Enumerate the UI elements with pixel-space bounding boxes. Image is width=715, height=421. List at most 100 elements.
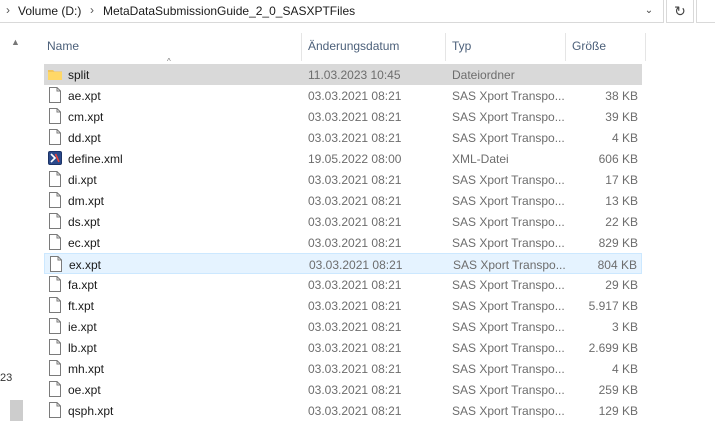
file-date: 03.03.2021 08:21 bbox=[309, 258, 403, 272]
file-row[interactable]: ie.xpt 03.03.2021 08:21 SAS Xport Transpo.… bbox=[44, 316, 642, 337]
file-name: ec.xpt bbox=[68, 236, 101, 250]
file-name: fa.xpt bbox=[68, 278, 98, 292]
file-icon bbox=[48, 213, 62, 229]
column-divider[interactable] bbox=[645, 33, 646, 61]
file-type: SAS Xport Transpo... bbox=[452, 194, 565, 208]
file-size: 4 KB bbox=[611, 362, 638, 376]
file-type: SAS Xport Transpo... bbox=[452, 362, 565, 376]
file-icon bbox=[48, 129, 62, 145]
file-size: 606 KB bbox=[598, 152, 638, 166]
file-icon bbox=[48, 402, 62, 418]
file-name: define.xml bbox=[68, 152, 123, 166]
file-date: 03.03.2021 08:21 bbox=[308, 320, 402, 334]
breadcrumb-chevron-icon[interactable]: › bbox=[90, 3, 94, 17]
file-row[interactable]: qsph.xpt 03.03.2021 08:21 SAS Xport Transp… bbox=[44, 400, 642, 421]
breadcrumb-drive[interactable]: Volume (D:) bbox=[18, 4, 81, 18]
file-type: SAS Xport Transpo... bbox=[452, 110, 565, 124]
file-size: 39 KB bbox=[605, 110, 638, 124]
scrollbar-thumb[interactable] bbox=[10, 400, 23, 421]
file-size: 829 KB bbox=[598, 236, 638, 250]
file-size: 38 KB bbox=[605, 89, 638, 103]
column-header-type-label: Typ bbox=[452, 39, 472, 53]
vertical-scrollbar[interactable]: ▲ bbox=[9, 33, 24, 421]
file-type: SAS Xport Transpo... bbox=[452, 278, 565, 292]
file-name: oe.xpt bbox=[68, 383, 101, 397]
file-type: SAS Xport Transpo... bbox=[452, 383, 565, 397]
file-size: 17 KB bbox=[605, 173, 638, 187]
file-size: 129 KB bbox=[598, 404, 638, 418]
file-size: 13 KB bbox=[605, 194, 638, 208]
file-row[interactable]: dd.xpt 03.03.2021 08:21 SAS Xport Transpo.… bbox=[44, 127, 642, 148]
file-row[interactable]: split 11.03.2023 10:45 Dateiordner bbox=[44, 64, 642, 85]
file-name: ds.xpt bbox=[68, 215, 101, 229]
file-icon bbox=[48, 297, 62, 313]
file-type: SAS Xport Transpo... bbox=[452, 215, 565, 229]
file-row[interactable]: dm.xpt 03.03.2021 08:21 SAS Xport Transpo.… bbox=[44, 190, 642, 211]
file-date: 03.03.2021 08:21 bbox=[308, 299, 402, 313]
file-row[interactable]: di.xpt 03.03.2021 08:21 SAS Xport Transpo.… bbox=[44, 169, 642, 190]
file-type: SAS Xport Transpo... bbox=[452, 173, 565, 187]
file-type: SAS Xport Transpo... bbox=[452, 131, 565, 145]
file-date: 03.03.2021 08:21 bbox=[308, 362, 402, 376]
file-name: split bbox=[68, 68, 90, 82]
file-size: 2.699 KB bbox=[588, 341, 638, 355]
file-type: SAS Xport Transpo... bbox=[452, 404, 565, 418]
file-date: 11.03.2023 10:45 bbox=[308, 68, 401, 82]
file-row[interactable]: cm.xpt 03.03.2021 08:21 SAS Xport Transpo.… bbox=[44, 106, 642, 127]
file-size: 22 KB bbox=[605, 215, 638, 229]
file-date: 03.03.2021 08:21 bbox=[308, 110, 402, 124]
file-date: 03.03.2021 08:21 bbox=[308, 89, 402, 103]
chevron-down-icon[interactable]: ⌄ bbox=[641, 3, 657, 19]
file-row[interactable]: lb.xpt 03.03.2021 08:21 SAS Xport Transpo.… bbox=[44, 337, 642, 358]
file-date: 03.03.2021 08:21 bbox=[308, 278, 402, 292]
file-date: 03.03.2021 08:21 bbox=[308, 173, 402, 187]
file-row[interactable]: ae.xpt 03.03.2021 08:21 SAS Xport Transpo.… bbox=[44, 85, 642, 106]
file-row[interactable]: define.xml 19.05.2022 08:00 XML-Datei 606 K… bbox=[44, 148, 642, 169]
column-header-name[interactable]: Name bbox=[41, 33, 301, 61]
file-name: dm.xpt bbox=[68, 194, 105, 208]
file-row[interactable]: ds.xpt 03.03.2021 08:21 SAS Xport Transpo.… bbox=[44, 211, 642, 232]
file-size: 804 KB bbox=[597, 258, 637, 272]
file-row[interactable]: oe.xpt 03.03.2021 08:21 SAS Xport Transpo.… bbox=[44, 379, 642, 400]
file-type: SAS Xport Transpo... bbox=[452, 236, 565, 250]
file-icon bbox=[48, 171, 62, 187]
column-header-type[interactable]: Typ bbox=[446, 33, 565, 61]
folder-icon bbox=[48, 66, 62, 82]
file-date: 03.03.2021 08:21 bbox=[308, 404, 402, 418]
search-box[interactable] bbox=[696, 0, 715, 23]
file-date: 03.03.2021 08:21 bbox=[308, 236, 402, 250]
file-row[interactable]: fa.xpt 03.03.2021 08:21 SAS Xport Transpo.… bbox=[44, 274, 642, 295]
file-name: ae.xpt bbox=[68, 89, 101, 103]
xml-file-icon bbox=[48, 150, 62, 166]
column-header-size[interactable]: Größe bbox=[566, 33, 645, 61]
file-size: 259 KB bbox=[598, 383, 638, 397]
file-date: 03.03.2021 08:21 bbox=[308, 341, 402, 355]
file-name: ie.xpt bbox=[68, 320, 97, 334]
column-header-name-label: Name bbox=[47, 39, 80, 53]
file-row[interactable]: mh.xpt 03.03.2021 08:21 SAS Xport Transpo.… bbox=[44, 358, 642, 379]
file-name: qsph.xpt bbox=[68, 404, 114, 418]
file-row[interactable]: ec.xpt 03.03.2021 08:21 SAS Xport Transpo.… bbox=[44, 232, 642, 253]
file-name: cm.xpt bbox=[68, 110, 104, 124]
file-icon bbox=[48, 108, 62, 124]
file-row[interactable]: ft.xpt 03.03.2021 08:21 SAS Xport Transpo.… bbox=[44, 295, 642, 316]
file-name: dd.xpt bbox=[68, 131, 101, 145]
file-type: SAS Xport Transpo... bbox=[452, 299, 565, 313]
breadcrumb-folder[interactable]: MetaDataSubmissionGuide_2_0_SASXPTFiles bbox=[103, 4, 355, 18]
refresh-button[interactable]: ↻ bbox=[666, 0, 694, 23]
scrollbar-track[interactable] bbox=[11, 55, 22, 421]
breadcrumb-chevron-icon[interactable]: › bbox=[6, 3, 10, 17]
file-size: 4 KB bbox=[611, 131, 638, 145]
file-icon bbox=[48, 234, 62, 250]
file-icon bbox=[48, 276, 62, 292]
refresh-icon: ↻ bbox=[674, 3, 686, 19]
file-date: 19.05.2022 08:00 bbox=[308, 152, 402, 166]
file-name: mh.xpt bbox=[68, 362, 105, 376]
file-name: ft.xpt bbox=[68, 299, 95, 313]
column-header-size-label: Größe bbox=[572, 39, 607, 53]
file-row[interactable]: ex.xpt 03.03.2021 08:21 SAS Xport Transpo.… bbox=[44, 253, 642, 274]
address-bar[interactable]: › Volume (D:) › MetaDataSubmissionGuide_… bbox=[0, 0, 664, 23]
file-type: XML-Datei bbox=[452, 152, 509, 166]
file-date: 03.03.2021 08:21 bbox=[308, 383, 402, 397]
column-header-date[interactable]: Änderungsdatum bbox=[302, 33, 445, 61]
